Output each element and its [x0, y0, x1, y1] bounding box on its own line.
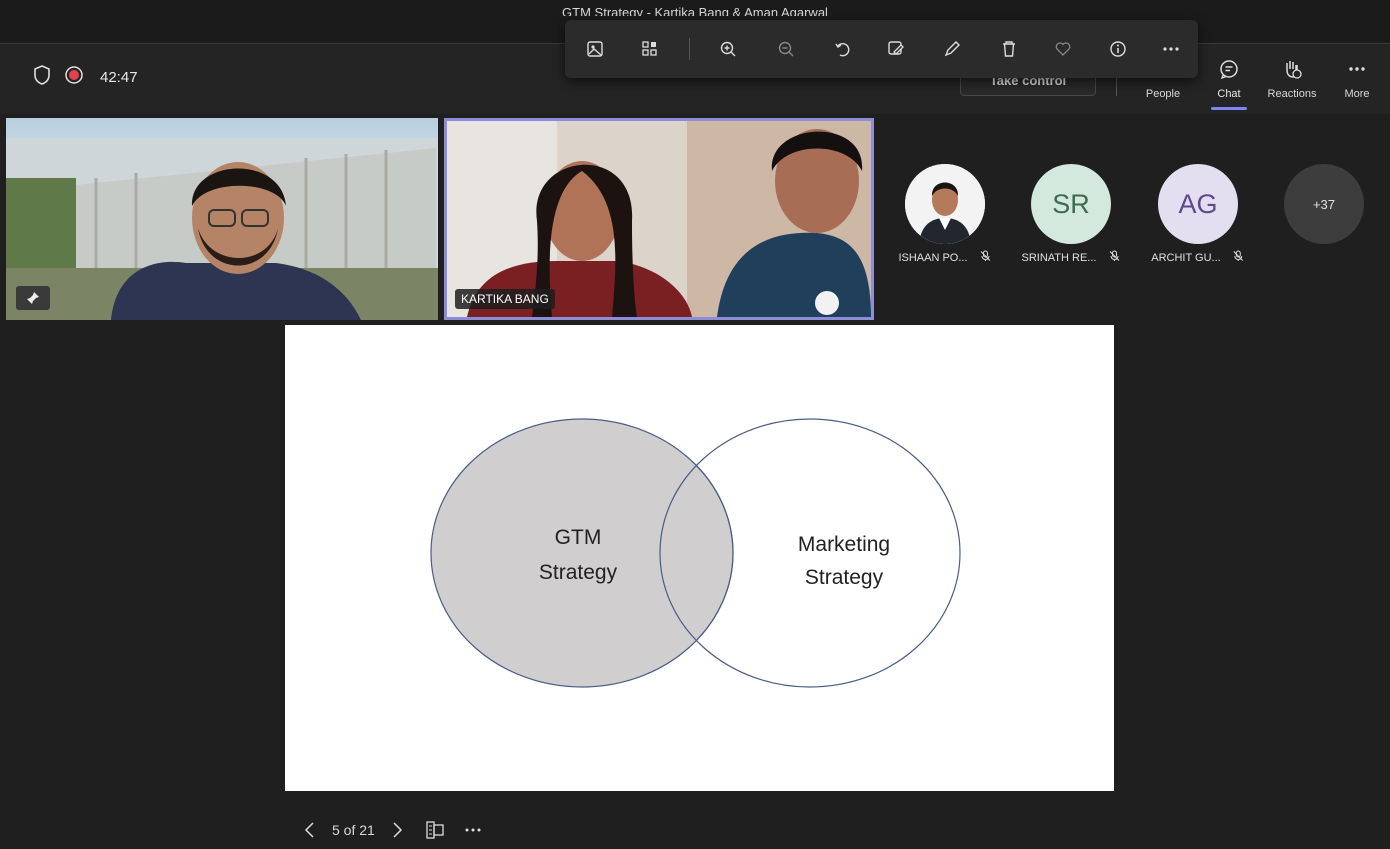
more-icon — [465, 828, 481, 832]
window-title: GTM Strategy - Kartika Bang & Aman Agarw… — [562, 5, 828, 16]
grid-icon[interactable] — [638, 37, 662, 61]
pen-icon[interactable] — [940, 37, 964, 61]
reactions-label: Reactions — [1267, 88, 1317, 100]
video-feed-1 — [6, 138, 438, 320]
participant-video-2[interactable]: KARTIKA BANG — [444, 118, 874, 320]
people-label: People — [1145, 88, 1181, 100]
mic-muted-icon — [1108, 250, 1120, 265]
participant-name-row: ARCHIT GU... — [1151, 250, 1244, 265]
left-circle-line1: GTM — [555, 526, 602, 549]
zoom-in-icon[interactable] — [716, 37, 740, 61]
slide-more-button[interactable] — [461, 818, 485, 842]
right-circle-line2: Strategy — [805, 566, 884, 589]
more-button[interactable]: More — [1327, 56, 1387, 106]
chat-active-indicator — [1211, 107, 1247, 110]
participant-video-1[interactable] — [6, 118, 438, 320]
delete-icon[interactable] — [997, 37, 1021, 61]
rotate-icon[interactable] — [831, 37, 855, 61]
shield-icon — [32, 64, 52, 91]
participant-avatar-archit[interactable]: AG ARCHIT GU... — [1151, 164, 1244, 264]
slide-navigation: 5 of 21 — [298, 818, 485, 842]
annotation-toolbar — [565, 20, 1198, 78]
video-feed-2 — [447, 121, 871, 317]
participant-name: SRINATH RE... — [1021, 251, 1097, 264]
shared-slide: GTM Strategy Marketing Strategy — [285, 325, 1114, 791]
meeting-status: 42:47 — [32, 64, 138, 91]
chat-icon — [1199, 56, 1259, 82]
avatar-initials: AG — [1158, 164, 1238, 244]
meeting-timer: 42:47 — [100, 69, 138, 86]
people-button[interactable]: People — [1133, 56, 1193, 106]
mic-muted-icon — [980, 250, 992, 265]
chat-label: Chat — [1217, 88, 1241, 100]
more-horizontal-icon — [1327, 56, 1387, 82]
participant-name-row: ISHAAN PO... — [898, 250, 991, 265]
thumbnails-icon — [426, 821, 444, 839]
overflow-participants[interactable]: +37 — [1284, 164, 1364, 244]
speaker-name-tag: KARTIKA BANG — [455, 289, 555, 309]
avatar-photo — [905, 164, 985, 244]
participant-avatar-ishaan[interactable]: ISHAAN PO... — [898, 164, 991, 264]
left-circle-line2: Strategy — [539, 561, 618, 584]
overflow-count: +37 — [1284, 164, 1364, 244]
recording-icon — [64, 65, 84, 90]
next-slide-button[interactable] — [385, 818, 409, 842]
pin-icon[interactable] — [16, 286, 50, 310]
header-divider — [1116, 76, 1117, 96]
avatar-initials: SR — [1031, 164, 1111, 244]
reactions-button[interactable]: Reactions — [1262, 56, 1322, 106]
zoom-out-icon[interactable] — [774, 37, 798, 61]
venn-diagram: GTM Strategy Marketing Strategy — [430, 418, 961, 688]
heart-icon[interactable] — [1051, 37, 1075, 61]
raise-hand-icon — [1262, 56, 1322, 82]
chevron-right-icon — [393, 822, 402, 838]
info-icon[interactable] — [1106, 37, 1130, 61]
toolbar-separator — [689, 38, 690, 60]
participant-name: ISHAAN PO... — [898, 251, 968, 264]
more-label: More — [1344, 88, 1370, 100]
slide-thumbnails-button[interactable] — [423, 818, 447, 842]
participant-avatar-srinath[interactable]: SR SRINATH RE... — [1022, 164, 1120, 264]
right-circle-line1: Marketing — [798, 533, 890, 556]
slide-page-indicator: 5 of 21 — [332, 822, 375, 838]
image-icon[interactable] — [583, 37, 607, 61]
chevron-left-icon — [304, 822, 314, 838]
participant-name: ARCHIT GU... — [1151, 251, 1221, 264]
edit-image-icon[interactable] — [884, 37, 908, 61]
participant-name-row: SRINATH RE... — [1022, 250, 1121, 265]
chat-button[interactable]: Chat — [1199, 56, 1259, 106]
previous-slide-button[interactable] — [298, 818, 322, 842]
mic-muted-icon — [1233, 250, 1245, 265]
